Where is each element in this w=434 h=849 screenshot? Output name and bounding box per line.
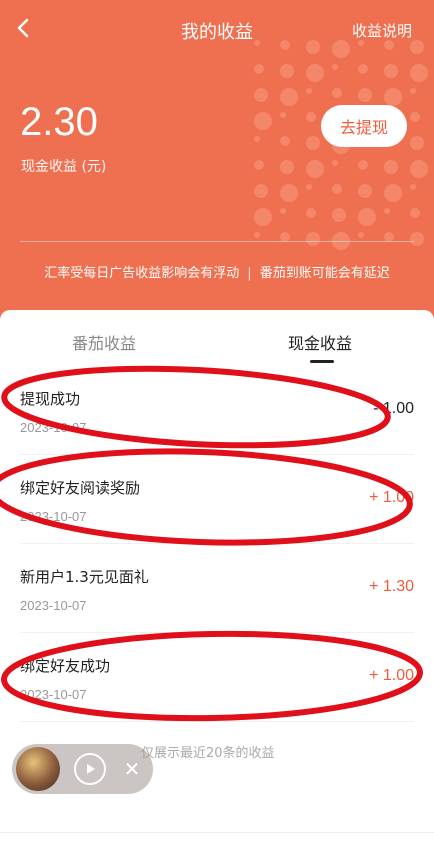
decorative-dot [358,232,364,238]
record-title: 绑定好友成功 [20,657,111,675]
decorative-dot [254,88,268,102]
decorative-dot [332,88,342,98]
decorative-dot [384,160,398,174]
decorative-dot [410,88,416,94]
decorative-dot [358,160,368,170]
earnings-page: 我的收益 收益说明 2.30 现金收益 (元) 去提现 汇率受每日广告收益影响会… [0,0,434,849]
decorative-dot [332,64,338,70]
decorative-dot [358,208,376,226]
decorative-dot [332,160,338,166]
decorative-dot [280,88,298,106]
record-amount: + 1.00 [369,489,414,506]
tab-tomato-earnings[interactable]: 番茄收益 [72,330,136,354]
list-item[interactable]: 绑定好友阅读奖励 2023-10-07 + 1.00 [20,455,414,544]
decorative-dot [280,136,290,146]
record-amount: - 1.00 [373,400,414,417]
decorative-dot [332,184,342,194]
list-item[interactable]: 新用户1.3元见面礼 2023-10-07 + 1.30 [20,544,414,633]
record-amount: + 1.00 [369,667,414,684]
exchange-notice: 汇率受每日广告收益影响会有浮动 | 番茄到账可能会有延迟 [0,262,434,281]
cash-balance-label: 现金收益 (元) [21,159,107,175]
record-date: 2023-10-07 [20,687,87,702]
list-item[interactable]: 提现成功 2023-10-07 - 1.00 [20,366,414,455]
record-title: 绑定好友阅读奖励 [20,479,141,497]
record-title: 提现成功 [20,390,81,408]
record-date: 2023-10-07 [20,420,87,435]
decorative-dot [358,64,368,74]
audio-cover-thumbnail[interactable] [16,747,60,791]
decorative-dots [254,40,434,260]
decorative-dot [384,88,402,106]
earnings-header: 我的收益 收益说明 2.30 现金收益 (元) 去提现 汇率受每日广告收益影响会… [0,0,434,330]
decorative-dot [254,112,272,130]
decorative-dot [306,88,312,94]
decorative-dot [384,184,402,202]
decorative-dot [306,64,324,82]
notice-separator: | [247,266,252,281]
close-icon: ✕ [123,757,141,781]
decorative-dot [306,160,324,178]
decorative-dot [306,136,320,150]
decorative-dot [280,208,286,214]
decorative-dot [254,160,264,170]
decorative-dot [254,64,264,74]
header-divider [20,241,414,242]
record-amount: + 1.30 [369,578,414,595]
active-tab-indicator [310,360,334,363]
decorative-dot [306,112,316,122]
decorative-dot [280,184,298,202]
exchange-notice-left: 汇率受每日广告收益影响会有浮动 [44,266,240,281]
decorative-dot [358,184,372,198]
decorative-dot [384,64,398,78]
decorative-dot [254,184,268,198]
exchange-notice-right: 番茄到账可能会有延迟 [259,266,390,281]
record-date: 2023-10-07 [20,509,87,524]
decorative-dot [306,208,316,218]
record-title: 新用户1.3元见面礼 [20,568,149,586]
decorative-dot [410,160,428,178]
decorative-dot [254,232,260,238]
withdraw-button[interactable]: 去提现 [321,105,407,147]
decorative-dot [410,208,420,218]
close-player-button[interactable]: ✕ [122,754,142,784]
decorative-dot [384,208,390,214]
decorative-dot [280,160,294,174]
bottom-divider [0,832,434,833]
decorative-dot [280,64,294,78]
earnings-explain-link[interactable]: 收益说明 [352,20,412,41]
decorative-dot [410,136,424,150]
decorative-dot [358,88,372,102]
earnings-tabs: 番茄收益 现金收益 [0,310,434,366]
tab-cash-earnings[interactable]: 现金收益 [288,330,352,354]
floating-audio-player[interactable]: ✕ [12,744,153,794]
decorative-dot [410,64,428,82]
play-icon [87,764,95,774]
decorative-dot [410,184,416,190]
record-date: 2023-10-07 [20,598,87,613]
decorative-dot [410,232,424,246]
cash-balance: 2.30 [20,100,98,144]
list-footer-note: 仅展示最近20条的收益 [141,746,275,761]
decorative-dot [332,208,346,222]
decorative-dot [254,208,272,226]
decorative-dot [280,112,286,118]
decorative-dot [410,112,420,122]
top-bar: 我的收益 收益说明 [0,0,434,58]
decorative-dot [254,136,260,142]
decorative-dot [306,232,320,246]
decorative-dot [306,184,312,190]
earnings-list: 提现成功 2023-10-07 - 1.00 绑定好友阅读奖励 2023-10-… [0,366,434,722]
play-button[interactable] [74,753,106,785]
list-item[interactable]: 绑定好友成功 2023-10-07 + 1.00 [20,633,414,722]
